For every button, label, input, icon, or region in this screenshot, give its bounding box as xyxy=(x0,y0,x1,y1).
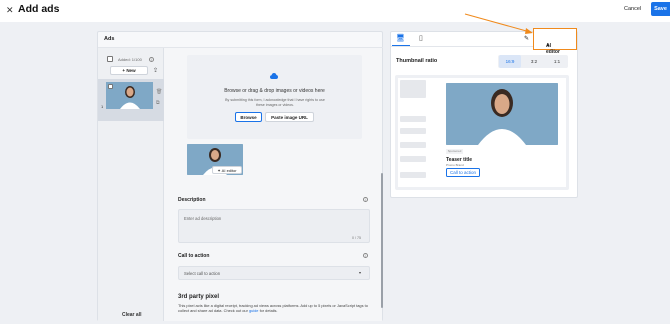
new-ad-label: New xyxy=(126,68,136,73)
desktop-icon[interactable]: 🖥 xyxy=(396,34,405,42)
new-ad-button[interactable]: + New xyxy=(110,66,148,75)
skeleton-block xyxy=(400,80,426,98)
ads-panel-title: Ads xyxy=(104,36,115,42)
ratio-16-9-button[interactable]: 16:9 xyxy=(499,55,521,68)
editor-scrollbar[interactable] xyxy=(381,173,383,308)
ratio-3-2-button[interactable]: 3:2 xyxy=(523,55,545,68)
description-label: Description xyxy=(178,197,206,203)
description-info-icon[interactable]: i xyxy=(363,197,368,202)
select-all-checkbox[interactable] xyxy=(107,56,113,62)
close-icon[interactable]: ✕ xyxy=(6,5,14,15)
mobile-icon[interactable]: ▯ xyxy=(419,34,423,42)
dropzone-heading: Browse or drag & drop images or videos h… xyxy=(224,88,325,94)
clear-all-button[interactable]: Clear all xyxy=(122,312,141,318)
pixel-description: This pixel acts like a digital receipt, … xyxy=(178,303,370,313)
cta-label: Call to action xyxy=(178,253,210,259)
top-bar: ✕ Add ads Cancel Save xyxy=(0,0,670,22)
page-title: Add ads xyxy=(18,3,60,15)
ad-thumbnail-image xyxy=(106,82,153,109)
duplicate-icon[interactable]: ⧉ xyxy=(156,100,160,106)
description-placeholder: Enter ad description xyxy=(184,216,222,221)
cta-select-value: Select call to action xyxy=(184,271,221,276)
ad-item-number: 1 xyxy=(101,104,104,109)
cloud-upload-icon xyxy=(270,73,278,79)
preview-cta-button[interactable]: Call to action xyxy=(446,168,480,177)
trash-icon[interactable]: 🗑 xyxy=(156,89,162,95)
ratio-1-1-button[interactable]: 1:1 xyxy=(546,55,568,68)
preview-ad-image xyxy=(446,83,558,145)
ai-editor-small-button[interactable]: ✦ AI editor xyxy=(212,166,242,174)
upload-icon[interactable]: ⇪ xyxy=(153,67,158,74)
chevron-down-icon: ▾ xyxy=(359,270,362,275)
save-button[interactable]: Save xyxy=(651,2,670,16)
info-icon[interactable]: i xyxy=(149,57,154,62)
ai-editor-small-label: AI editor xyxy=(221,168,237,173)
added-count: Added: 1/100 xyxy=(118,57,142,62)
ai-editor-label: AI editor xyxy=(546,43,560,55)
media-dropzone[interactable] xyxy=(187,55,362,139)
sparkle-icon: ✦ xyxy=(217,168,221,173)
active-tab-indicator xyxy=(392,45,410,47)
skeleton-line xyxy=(400,142,426,148)
cancel-button[interactable]: Cancel xyxy=(624,6,641,12)
ads-panel-header: Ads xyxy=(98,32,383,48)
teaser-brand: Promo Brand xyxy=(446,163,464,167)
skeleton-line xyxy=(400,116,426,122)
paste-url-button[interactable]: Paste image URL xyxy=(265,112,314,122)
ad-item-checkbox[interactable] xyxy=(108,84,113,89)
pixel-text-part-2: for details. xyxy=(258,308,278,314)
skeleton-line xyxy=(400,156,426,162)
annotation-arrow-icon xyxy=(464,13,533,34)
cta-info-icon[interactable]: i xyxy=(363,253,368,258)
skeleton-line xyxy=(400,172,426,178)
dropzone-disclaimer: By submitting this form, I acknowledge t… xyxy=(225,98,325,107)
skeleton-line xyxy=(400,128,426,134)
browse-button[interactable]: Browse xyxy=(235,112,262,122)
sponsored-badge: Sponsored xyxy=(446,149,463,154)
description-char-count: 0 / 75 xyxy=(352,236,361,240)
pixel-section-title: 3rd party pixel xyxy=(178,294,220,300)
thumbnail-ratio-label: Thumbnail ratio xyxy=(396,58,438,64)
description-input[interactable] xyxy=(178,209,370,243)
